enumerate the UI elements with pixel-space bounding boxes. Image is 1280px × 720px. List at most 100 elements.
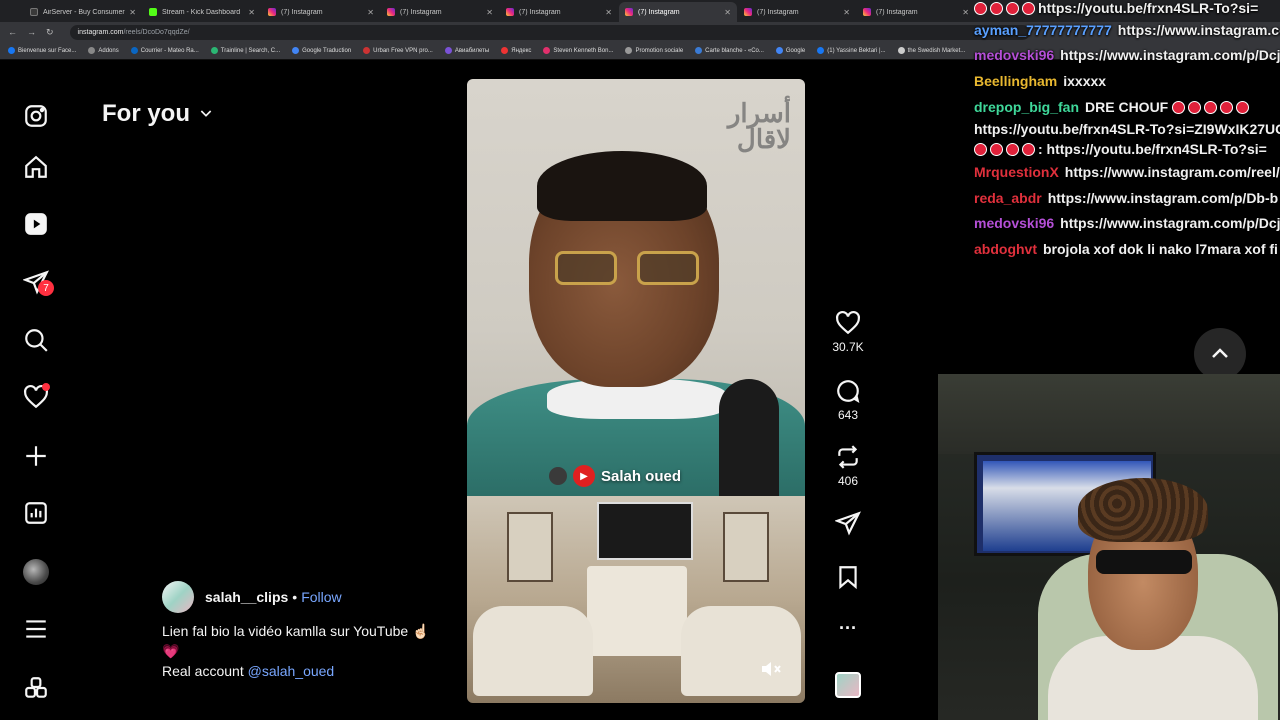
more-options-icon: ··· <box>839 618 857 638</box>
original-audio-thumbnail[interactable] <box>835 672 861 698</box>
mute-icon[interactable] <box>759 657 783 681</box>
browser-tab[interactable]: (7) Instagram ✕ <box>619 2 737 22</box>
youtube-icon: ▶ <box>573 465 595 487</box>
chevron-down-icon <box>198 105 214 124</box>
comment-count: 643 <box>837 408 859 422</box>
messages-icon[interactable]: 7 <box>20 266 54 298</box>
red-emote-icon <box>1188 101 1202 114</box>
owner-username[interactable]: salah__clips <box>205 589 288 605</box>
bookmark-favicon-icon <box>775 47 783 54</box>
bookmark-item[interactable]: Google Traduction <box>292 47 351 54</box>
tab-close-icon[interactable]: ✕ <box>605 8 612 17</box>
caption-mention-link[interactable]: @salah_oued <box>248 663 335 679</box>
url-field[interactable]: instagram.com/reels/DcoDo7qqdZe/ <box>69 24 1030 40</box>
chat-username: abdoghvt <box>974 241 1037 257</box>
repost-button[interactable]: 406 <box>826 444 870 488</box>
caption-line-3: Real account @salah_oued <box>162 662 442 680</box>
bookmark-label: Courrier - Mateo Ra... <box>140 47 199 54</box>
reload-icon[interactable]: ↻ <box>46 27 54 38</box>
tab-favicon-icon <box>625 8 633 16</box>
search-icon[interactable] <box>20 324 52 356</box>
bookmark-item[interactable]: Courrier - Mateo Ra... <box>130 47 199 54</box>
chat-text: brojola xof dok li nako l7mara xof fi <box>1043 241 1278 257</box>
tab-close-icon[interactable]: ✕ <box>248 8 255 17</box>
browser-tab[interactable]: (7) Instagram ✕ <box>738 2 856 22</box>
bookmark-item[interactable]: Trainline | Search, C... <box>210 47 280 54</box>
bookmark-favicon-icon <box>625 47 633 54</box>
back-icon[interactable]: ← <box>8 27 17 37</box>
browser-tab[interactable]: Stream - Kick Dashboard ✕ <box>143 2 261 22</box>
like-button[interactable]: 30.7K <box>826 310 870 354</box>
bookmark-favicon-icon <box>88 47 96 54</box>
bookmark-item[interactable]: Яндекс <box>501 47 531 54</box>
chat-text: https://www.instagram.com/reel/ <box>1064 164 1280 180</box>
bookmark-label: Яндекс <box>511 47 532 54</box>
share-button[interactable] <box>826 510 870 536</box>
tab-favicon-icon <box>506 8 514 16</box>
bookmark-favicon-icon <box>817 47 825 54</box>
bookmark-item[interactable]: Авиабилеты <box>444 47 489 54</box>
tab-favicon-icon <box>863 8 871 16</box>
profile-avatar[interactable] <box>20 556 52 588</box>
chat-message: : https://youtu.be/frxn4SLR-To?si= <box>974 141 1267 157</box>
tab-close-icon[interactable]: ✕ <box>962 8 969 17</box>
podcast-watermark: أسرار لاقال <box>727 99 791 155</box>
tab-close-icon[interactable]: ✕ <box>843 8 850 17</box>
follow-button[interactable]: Follow <box>301 589 341 605</box>
background-shelf <box>938 374 1280 454</box>
bookmark-item[interactable]: the Swedish Market... <box>897 47 965 54</box>
tab-close-icon[interactable]: ✕ <box>129 8 136 17</box>
bookmark-item[interactable]: Carte blanche - «Co... <box>695 47 764 54</box>
reels-icon[interactable] <box>20 208 52 240</box>
reel-video[interactable]: أسرار لاقال ▶ Salah oued <box>467 79 805 703</box>
comment-button[interactable]: 643 <box>826 378 870 422</box>
tab-favicon-icon <box>149 8 157 16</box>
instagram-logo-icon[interactable] <box>20 100 52 132</box>
bookmark-icon <box>839 566 857 590</box>
tab-label: AirServer - Buy Consumer Licen <box>43 8 126 16</box>
menu-icon[interactable] <box>20 613 52 645</box>
bookmark-item[interactable]: Promotion sociale <box>625 47 683 54</box>
browser-tab[interactable]: (7) Instagram ✕ <box>857 2 975 22</box>
notifications-icon[interactable] <box>20 381 52 413</box>
red-emote-icon <box>1006 143 1019 156</box>
tab-close-icon[interactable]: ✕ <box>367 8 374 17</box>
tab-close-icon[interactable]: ✕ <box>724 8 731 17</box>
tab-label: (7) Instagram <box>757 8 799 16</box>
red-emote-icon <box>974 2 987 15</box>
also-from-meta-icon[interactable] <box>20 672 52 704</box>
scroll-up-button[interactable] <box>1194 328 1246 380</box>
browser-tab[interactable]: AirServer - Buy Consumer Licen✕ <box>24 2 142 22</box>
browser-tab[interactable]: (7) Instagram ✕ <box>500 2 618 22</box>
red-emote-icon <box>1204 101 1218 114</box>
create-icon[interactable] <box>20 440 52 472</box>
dashboard-icon[interactable] <box>20 497 52 529</box>
owner-avatar[interactable] <box>162 581 194 613</box>
red-emote-icon <box>1220 101 1234 114</box>
chat-username: medovski96 <box>974 47 1055 63</box>
browser-tab[interactable]: (7) Instagram ✕ <box>262 2 380 22</box>
bookmark-item[interactable]: (1) Yassine Bektari |... <box>817 47 886 54</box>
more-options-button[interactable]: ··· <box>826 618 870 639</box>
bookmark-item[interactable]: Urban Free VPN pro... <box>363 47 433 54</box>
bookmark-item[interactable]: Addons <box>88 47 119 54</box>
forward-icon[interactable]: → <box>27 27 36 37</box>
bookmark-item[interactable]: Steven Kenneth Bon... <box>543 47 613 54</box>
feed-title: For you <box>102 100 190 127</box>
red-emote-icon <box>990 143 1003 156</box>
home-icon[interactable] <box>20 151 52 183</box>
chat-message: https://youtu.be/frxn4SLR-To?si=ZI9WxIK2… <box>974 121 1280 137</box>
tab-close-icon[interactable]: ✕ <box>486 8 493 17</box>
separator-dot: • <box>292 589 298 605</box>
bookmark-item[interactable]: Bienvenue sur Face... <box>8 47 76 54</box>
chat-text: : https://youtu.be/frxn4SLR-To?si= <box>1038 141 1267 157</box>
red-emote-icon <box>1236 101 1250 114</box>
bookmark-item[interactable]: Google <box>775 47 805 54</box>
browser-tab[interactable]: (7) Instagram ✕ <box>381 2 499 22</box>
save-button[interactable] <box>826 564 870 590</box>
feed-selector[interactable]: For you <box>102 100 214 128</box>
wall-painting-left <box>507 512 553 582</box>
bookmark-label: Steven Kenneth Bon... <box>553 47 614 54</box>
chat-username: ayman_77777777777 <box>974 22 1112 38</box>
bookmark-favicon-icon <box>501 47 509 54</box>
